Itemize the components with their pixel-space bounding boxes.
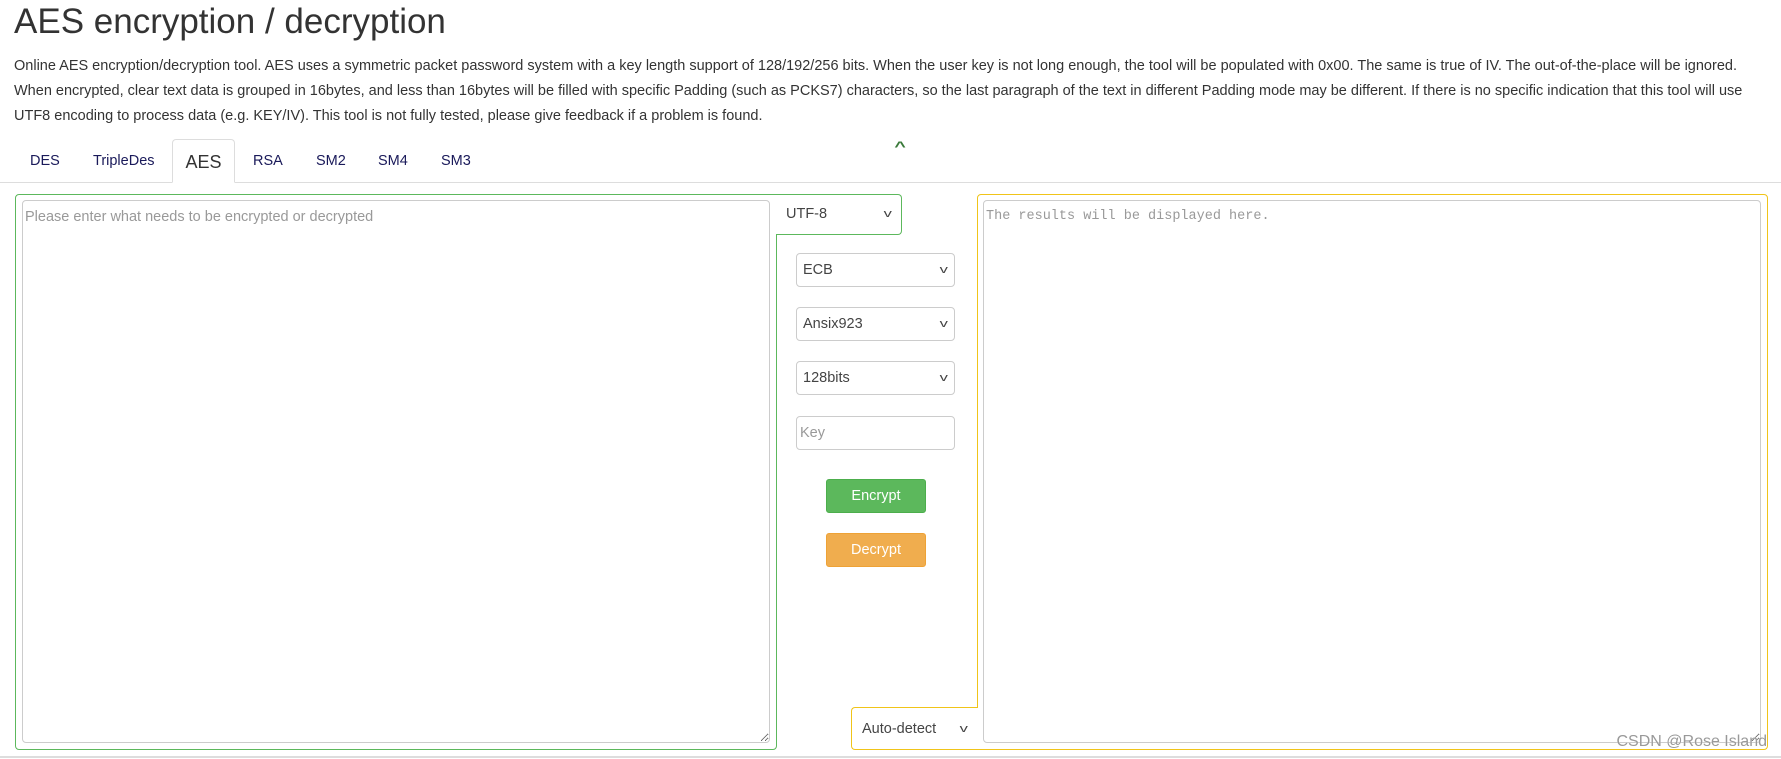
input-encoding-select[interactable]: UTF-8 v bbox=[780, 197, 898, 231]
chevron-down-icon: v bbox=[959, 723, 968, 735]
input-encoding-value: UTF-8 bbox=[786, 206, 828, 222]
key-size-select[interactable]: 128bits v bbox=[796, 361, 955, 395]
chevron-down-icon: v bbox=[939, 264, 948, 276]
tab-sm3[interactable]: SM3 bbox=[427, 139, 485, 183]
chevron-down-icon: v bbox=[883, 208, 892, 220]
mode-select[interactable]: ECB v bbox=[796, 253, 955, 287]
page-description: Online AES encryption/decryption tool. A… bbox=[14, 58, 1743, 124]
output-encoding-value: Auto-detect bbox=[862, 721, 937, 737]
tab-tripledes[interactable]: TripleDes bbox=[79, 139, 169, 183]
divider bbox=[0, 756, 1781, 758]
key-input[interactable] bbox=[796, 416, 955, 450]
padding-select[interactable]: Ansix923 v bbox=[796, 307, 955, 341]
padding-value: Ansix923 bbox=[803, 316, 863, 332]
tab-des[interactable]: DES bbox=[16, 139, 74, 183]
algorithm-tabs: DES TripleDes AES RSA SM2 SM4 SM3 bbox=[0, 139, 1781, 183]
chevron-down-icon: v bbox=[939, 372, 948, 384]
decrypt-button[interactable]: Decrypt bbox=[826, 533, 926, 567]
tab-sm2[interactable]: SM2 bbox=[302, 139, 360, 183]
key-size-value: 128bits bbox=[803, 370, 850, 386]
watermark: CSDN @Rose Island bbox=[1616, 733, 1767, 750]
page-title: AES encryption / decryption bbox=[14, 2, 446, 41]
input-textarea[interactable] bbox=[22, 200, 770, 743]
tab-sm4[interactable]: SM4 bbox=[364, 139, 422, 183]
tab-aes[interactable]: AES bbox=[172, 139, 235, 183]
chevron-down-icon: v bbox=[939, 318, 948, 330]
tab-rsa[interactable]: RSA bbox=[239, 139, 297, 183]
divider bbox=[776, 234, 777, 244]
encrypt-button[interactable]: Encrypt bbox=[826, 479, 926, 513]
output-encoding-select[interactable]: Auto-detect v bbox=[856, 712, 974, 746]
mode-value: ECB bbox=[803, 262, 833, 278]
output-textarea[interactable] bbox=[983, 200, 1761, 743]
chevron-up-icon[interactable]: ^ bbox=[894, 138, 905, 154]
